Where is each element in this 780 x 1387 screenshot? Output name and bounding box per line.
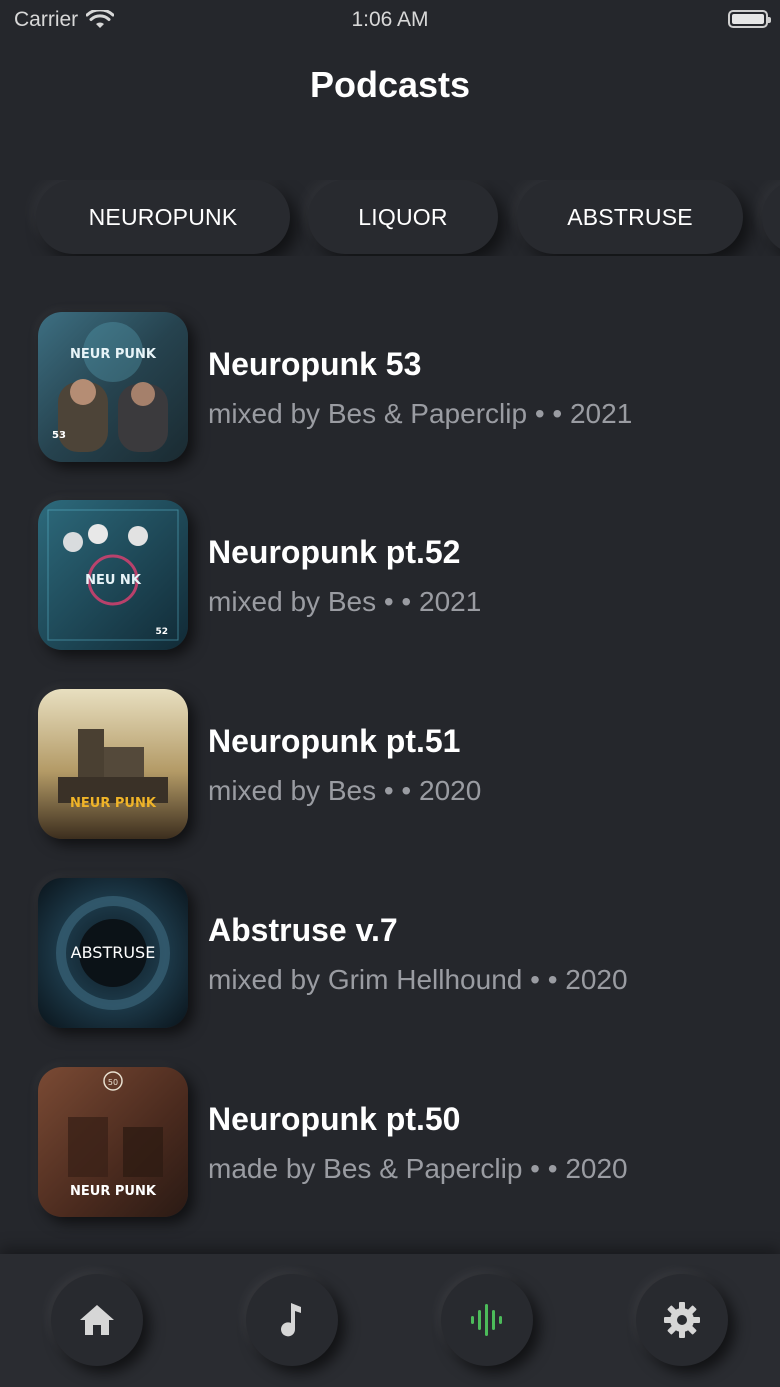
episode-subtitle: mixed by Grim Hellhound • • 2020	[208, 964, 628, 995]
podcast-artwork: NEU NK 52	[38, 500, 188, 650]
episode-subtitle: mixed by Bes • • 2020	[208, 775, 482, 806]
category-chips: NEUROPUNK LIQUOR ABSTRUSE	[0, 180, 780, 256]
podcast-artwork: NEUR PUNK	[38, 689, 188, 839]
episode-subtitle: mixed by Bes & Paperclip • • 2021	[208, 398, 633, 429]
category-chip-abstruse[interactable]: ABSTRUSE	[517, 180, 743, 254]
list-item[interactable]: 50 NEUR PUNK Neuropunk pt.50 made by Bes…	[0, 1067, 780, 1217]
category-chip-more[interactable]	[762, 180, 780, 254]
status-bar: Carrier 1:06 AM	[0, 0, 780, 40]
episode-subtitle: made by Bes & Paperclip • • 2020	[208, 1153, 628, 1184]
gear-icon	[663, 1301, 701, 1339]
category-chip-liquor[interactable]: LIQUOR	[308, 180, 498, 254]
tab-settings[interactable]	[636, 1274, 728, 1366]
music-note-icon	[277, 1301, 307, 1339]
episode-title: Neuropunk pt.52	[208, 534, 461, 570]
audio-wave-icon	[469, 1302, 505, 1338]
home-icon	[78, 1303, 116, 1337]
battery-icon	[728, 10, 771, 28]
episode-title: Neuropunk pt.51	[208, 723, 461, 759]
episode-subtitle: mixed by Bes • • 2021	[208, 586, 482, 617]
chip-label: LIQUOR	[358, 203, 448, 230]
chip-label: NEUROPUNK	[88, 203, 238, 230]
episode-title: Abstruse v.7	[208, 912, 398, 948]
podcast-artwork: NEUR PUNK 53	[38, 312, 188, 462]
artwork-badge: 52	[155, 627, 168, 637]
podcast-artwork: 50 NEUR PUNK	[38, 1067, 188, 1217]
artwork-badge: 50	[108, 1078, 118, 1087]
tab-music[interactable]	[246, 1274, 338, 1366]
tab-bar	[0, 1254, 780, 1387]
artwork-badge: 53	[52, 430, 66, 441]
podcast-artwork: ABSTRUSE	[38, 878, 188, 1028]
page-title: Podcasts	[309, 64, 471, 105]
artwork-text: NEUR PUNK	[70, 796, 157, 811]
list-item[interactable]: ABSTRUSE Abstruse v.7 mixed by Grim Hell…	[0, 878, 780, 1028]
list-item[interactable]: NEUR PUNK Neuropunk pt.51 mixed by Bes •…	[0, 689, 780, 839]
episode-title: Neuropunk pt.50	[208, 1101, 461, 1137]
chip-label: ABSTRUSE	[567, 203, 693, 230]
tab-podcasts[interactable]	[441, 1274, 533, 1366]
category-chip-neuropunk[interactable]: NEUROPUNK	[36, 180, 290, 254]
list-item[interactable]: NEUR PUNK 53 Neuropunk 53 mixed by Bes &…	[0, 312, 780, 462]
artwork-text: NEUR PUNK	[70, 1184, 157, 1199]
list-item[interactable]: NEU NK 52 Neuropunk pt.52 mixed by Bes •…	[0, 500, 780, 650]
artwork-text: ABSTRUSE	[71, 943, 156, 962]
tab-home[interactable]	[51, 1274, 143, 1366]
episode-title: Neuropunk 53	[208, 346, 422, 382]
artwork-text: NEUR PUNK	[70, 347, 157, 362]
artwork-text: NEU NK	[85, 573, 142, 588]
status-time: 1:06 AM	[351, 8, 429, 31]
